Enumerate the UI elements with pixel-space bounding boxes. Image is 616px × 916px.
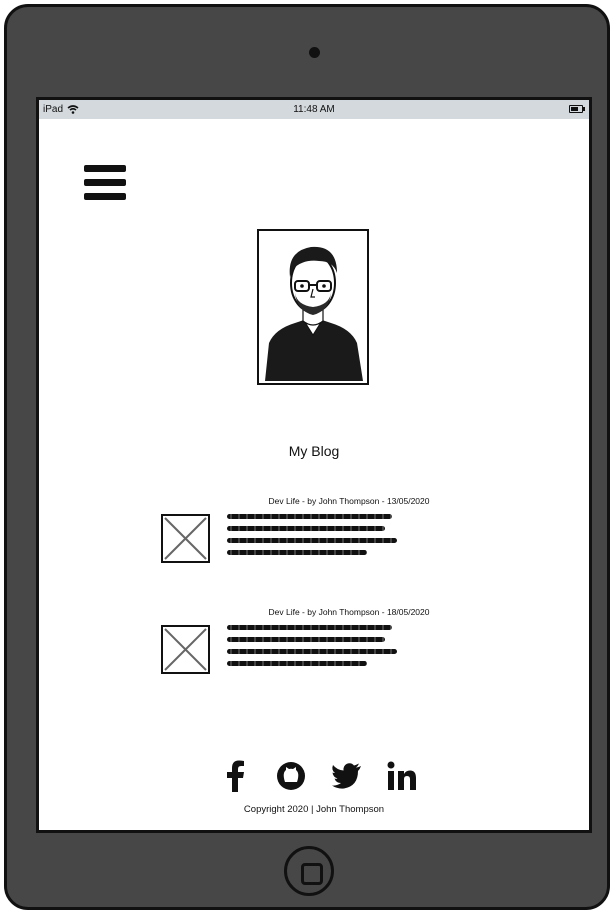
- social-links: [219, 756, 419, 796]
- github-icon[interactable]: [274, 759, 308, 793]
- battery-icon: [569, 105, 585, 113]
- blog-post[interactable]: Dev Life - by John Thompson - 13/05/2020: [161, 496, 461, 571]
- front-camera: [309, 47, 320, 58]
- copyright-text: Copyright 2020 | John Thompson: [243, 804, 385, 815]
- menu-button[interactable]: [84, 165, 126, 201]
- placeholder-image-icon: [161, 514, 210, 563]
- status-bar: iPad 11:48 AM: [39, 100, 589, 119]
- hamburger-line: [84, 193, 126, 200]
- home-button-square: [301, 863, 323, 885]
- post-meta: Dev Life - by John Thompson - 18/05/2020: [268, 607, 430, 617]
- blog-post[interactable]: Dev Life - by John Thompson - 18/05/2020: [161, 607, 461, 682]
- status-time: 11:48 AM: [293, 104, 335, 115]
- post-excerpt-scribble: [227, 514, 402, 562]
- placeholder-image-icon: [161, 625, 210, 674]
- portrait-sketch-image: [259, 231, 367, 383]
- screen: iPad 11:48 AM My Blog Dev Life - by John…: [36, 97, 592, 833]
- blog-title: My Blog: [288, 443, 340, 459]
- profile-photo: [257, 229, 369, 385]
- linkedin-icon[interactable]: [385, 759, 419, 793]
- post-excerpt-scribble: [227, 625, 402, 673]
- hamburger-line: [84, 165, 126, 172]
- facebook-icon[interactable]: [219, 759, 253, 793]
- twitter-icon[interactable]: [330, 759, 364, 793]
- home-button[interactable]: [284, 846, 334, 896]
- status-right: [569, 105, 585, 113]
- hamburger-line: [84, 179, 126, 186]
- tablet-frame: iPad 11:48 AM My Blog Dev Life - by John…: [4, 4, 610, 910]
- post-meta: Dev Life - by John Thompson - 13/05/2020: [268, 496, 430, 506]
